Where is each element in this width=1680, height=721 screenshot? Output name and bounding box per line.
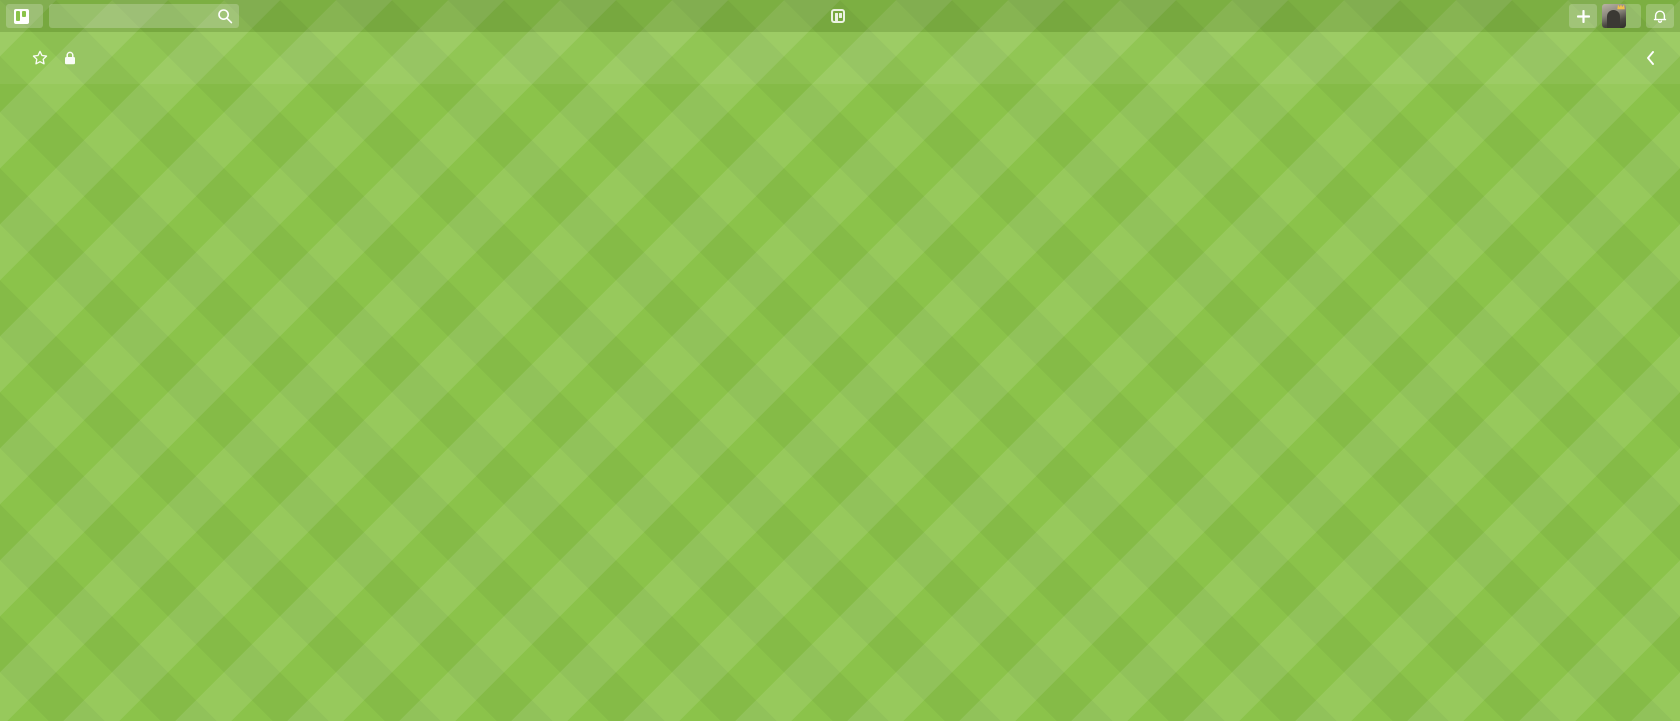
board-icon bbox=[14, 8, 29, 24]
avatar bbox=[1602, 4, 1626, 28]
chevron-left-icon bbox=[1646, 51, 1655, 65]
lock-icon bbox=[64, 51, 76, 65]
bell-icon[interactable] bbox=[1646, 4, 1674, 28]
star-board-button[interactable] bbox=[24, 43, 56, 73]
page-title[interactable] bbox=[16, 43, 24, 73]
user-menu-button[interactable] bbox=[1602, 4, 1641, 28]
boards-button[interactable] bbox=[6, 4, 43, 28]
search-icon[interactable] bbox=[217, 8, 233, 24]
board-lists-container[interactable] bbox=[0, 84, 1680, 721]
add-button[interactable] bbox=[1569, 4, 1597, 28]
search-input[interactable] bbox=[49, 4, 239, 28]
search-box[interactable] bbox=[49, 4, 239, 28]
top-navigation-bar bbox=[0, 0, 1680, 32]
star-icon bbox=[32, 50, 48, 66]
show-sidebar-button[interactable] bbox=[1646, 51, 1668, 65]
crown-icon bbox=[1617, 4, 1625, 10]
trello-brand bbox=[0, 0, 1680, 32]
board-header-bar bbox=[0, 32, 1680, 84]
board-visibility-button[interactable] bbox=[56, 43, 90, 73]
trello-logo-icon bbox=[831, 9, 845, 23]
